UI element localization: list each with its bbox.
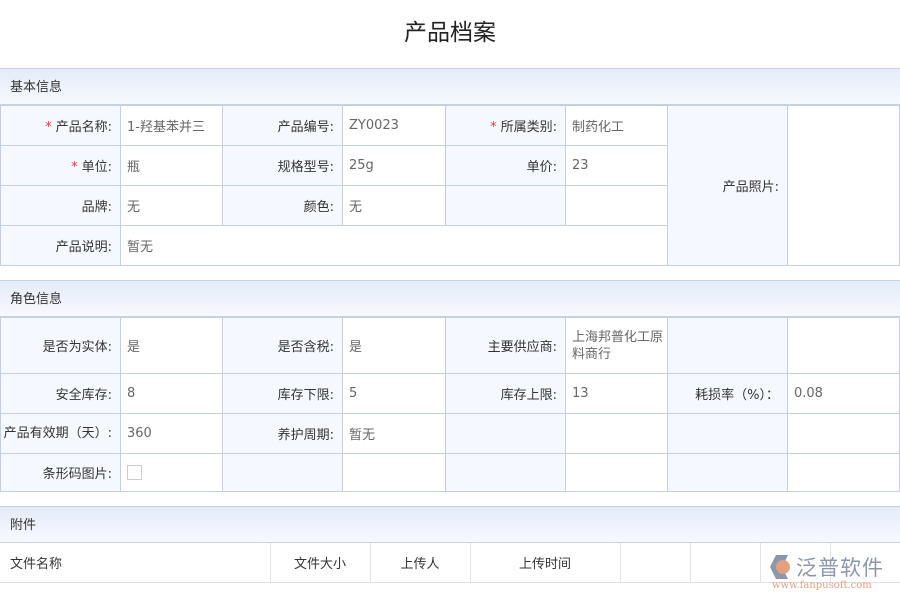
empty-cell <box>788 318 900 374</box>
empty-cell <box>446 414 566 454</box>
empty-cell <box>343 454 446 492</box>
safety-stock-label: 安全库存: <box>1 374 121 414</box>
brand-label: 品牌: <box>1 186 121 226</box>
safety-stock-value: 8 <box>121 374 223 414</box>
desc-value: 暂无 <box>121 226 668 266</box>
column-file-name: 文件名称 <box>0 543 270 582</box>
empty-column <box>620 543 690 582</box>
color-value: 无 <box>343 186 446 226</box>
fanpu-logo-icon <box>768 554 794 580</box>
maintain-label: 养护周期: <box>223 414 343 454</box>
empty-cell <box>788 414 900 454</box>
watermark-brand: 泛普软件 <box>796 552 884 582</box>
unit-label: *单位: <box>1 146 121 186</box>
product-name-label: *产品名称: <box>1 106 121 146</box>
stock-upper-label: 库存上限: <box>446 374 566 414</box>
spec-label: 规格型号: <box>223 146 343 186</box>
column-upload-time: 上传时间 <box>470 543 620 582</box>
empty-cell <box>566 454 668 492</box>
empty-cell <box>788 454 900 492</box>
barcode-image[interactable] <box>121 454 223 492</box>
stock-lower-value: 5 <box>343 374 446 414</box>
empty-cell <box>223 454 343 492</box>
supplier-label: 主要供应商: <box>446 318 566 374</box>
stock-upper-value: 13 <box>566 374 668 414</box>
section-attachments: 附件 <box>0 506 900 543</box>
product-photo-label: 产品照片: <box>668 106 788 266</box>
entity-label: 是否为实体: <box>1 318 121 374</box>
loss-rate-label: 耗损率（%）： <box>668 374 788 414</box>
product-code-label: 产品编号: <box>223 106 343 146</box>
supplier-value: 上海邦普化工原料商行 <box>566 318 668 374</box>
validity-value: 360 <box>121 414 223 454</box>
category-value: 制药化工 <box>566 106 668 146</box>
role-info-table: 是否为实体: 是 是否含税: 是 主要供应商: 上海邦普化工原料商行 安全库存:… <box>0 317 900 492</box>
watermark-url: www.fanpusoft.com <box>772 580 872 591</box>
attachment-table: 文件名称 文件大小 上传人 上传时间 <box>0 543 900 583</box>
product-name-value: 1-羟基苯并三 <box>121 106 223 146</box>
category-label: *所属类别: <box>446 106 566 146</box>
desc-label: 产品说明: <box>1 226 121 266</box>
empty-cell <box>566 414 668 454</box>
price-label: 单价: <box>446 146 566 186</box>
price-value: 23 <box>566 146 668 186</box>
empty-cell <box>668 454 788 492</box>
basic-info-table: *产品名称: 1-羟基苯并三 产品编号: ZY0023 *所属类别: 制药化工 … <box>0 105 900 266</box>
product-photo[interactable] <box>788 106 900 266</box>
empty-cell <box>446 186 566 226</box>
page-title: 产品档案 <box>0 0 900 68</box>
tax-value: 是 <box>343 318 446 374</box>
section-role-info: 角色信息 <box>0 280 900 317</box>
color-label: 颜色: <box>223 186 343 226</box>
column-uploader: 上传人 <box>370 543 470 582</box>
empty-cell <box>566 186 668 226</box>
entity-value: 是 <box>121 318 223 374</box>
barcode-label: 条形码图片: <box>1 454 121 492</box>
fanpusoft-watermark: 泛普软件 www.fanpusoft.com <box>768 552 898 594</box>
validity-label: 产品有效期（天）: <box>1 414 121 454</box>
maintain-value: 暂无 <box>343 414 446 454</box>
product-code-value: ZY0023 <box>343 106 446 146</box>
brand-value: 无 <box>121 186 223 226</box>
column-file-size: 文件大小 <box>270 543 370 582</box>
loss-rate-value: 0.08 <box>788 374 900 414</box>
stock-lower-label: 库存下限: <box>223 374 343 414</box>
empty-cell <box>446 454 566 492</box>
section-basic-info: 基本信息 <box>0 68 900 105</box>
empty-column <box>690 543 760 582</box>
empty-cell <box>668 414 788 454</box>
spec-value: 25g <box>343 146 446 186</box>
empty-cell <box>668 318 788 374</box>
tax-label: 是否含税: <box>223 318 343 374</box>
barcode-checkbox[interactable] <box>127 465 142 480</box>
unit-value: 瓶 <box>121 146 223 186</box>
